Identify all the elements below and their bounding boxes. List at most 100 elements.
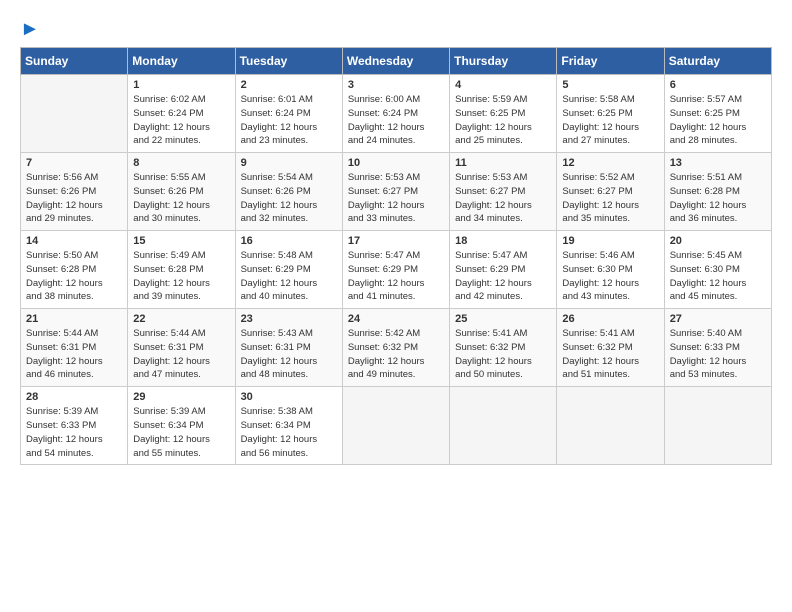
day-number: 3 — [348, 79, 444, 91]
day-number: 28 — [26, 391, 122, 403]
day-detail: Sunrise: 6:01 AMSunset: 6:24 PMDaylight:… — [241, 93, 337, 148]
day-detail: Sunrise: 5:48 AMSunset: 6:29 PMDaylight:… — [241, 249, 337, 304]
logo: ► — [20, 18, 40, 41]
day-detail: Sunrise: 5:43 AMSunset: 6:31 PMDaylight:… — [241, 327, 337, 382]
day-detail: Sunrise: 5:55 AMSunset: 6:26 PMDaylight:… — [133, 171, 229, 226]
day-detail: Sunrise: 5:38 AMSunset: 6:34 PMDaylight:… — [241, 405, 337, 460]
day-cell: 1 Sunrise: 6:02 AMSunset: 6:24 PMDaylight… — [128, 75, 235, 153]
column-header-wednesday: Wednesday — [342, 48, 449, 75]
day-number: 16 — [241, 235, 337, 247]
week-row-4: 21 Sunrise: 5:44 AMSunset: 6:31 PMDayligh… — [21, 309, 772, 387]
day-cell: 20Sunrise: 5:45 AMSunset: 6:30 PMDayligh… — [664, 231, 771, 309]
day-detail: Sunrise: 5:52 AMSunset: 6:27 PMDaylight:… — [562, 171, 658, 226]
day-cell — [342, 387, 449, 465]
calendar-table: SundayMondayTuesdayWednesdayThursdayFrid… — [20, 47, 772, 465]
day-number: 10 — [348, 157, 444, 169]
day-cell: 18Sunrise: 5:47 AMSunset: 6:29 PMDayligh… — [450, 231, 557, 309]
day-detail: Sunrise: 6:02 AMSunset: 6:24 PMDaylight:… — [133, 93, 229, 148]
day-cell: 10 Sunrise: 5:53 AMSunset: 6:27 PMDayligh… — [342, 153, 449, 231]
column-headers: SundayMondayTuesdayWednesdayThursdayFrid… — [21, 48, 772, 75]
day-cell: 2 Sunrise: 6:01 AMSunset: 6:24 PMDaylight… — [235, 75, 342, 153]
day-detail: Sunrise: 6:00 AMSunset: 6:24 PMDaylight:… — [348, 93, 444, 148]
day-cell — [450, 387, 557, 465]
day-detail: Sunrise: 5:53 AMSunset: 6:27 PMDaylight:… — [348, 171, 444, 226]
column-header-thursday: Thursday — [450, 48, 557, 75]
day-number: 21 — [26, 313, 122, 325]
day-cell: 5Sunrise: 5:58 AMSunset: 6:25 PMDaylight… — [557, 75, 664, 153]
day-number: 19 — [562, 235, 658, 247]
day-number: 27 — [670, 313, 766, 325]
calendar-body: 1 Sunrise: 6:02 AMSunset: 6:24 PMDaylight… — [21, 75, 772, 465]
day-cell: 16 Sunrise: 5:48 AMSunset: 6:29 PMDayligh… — [235, 231, 342, 309]
day-number: 23 — [241, 313, 337, 325]
day-number: 29 — [133, 391, 229, 403]
day-detail: Sunrise: 5:44 AMSunset: 6:31 PMDaylight:… — [26, 327, 122, 382]
column-header-monday: Monday — [128, 48, 235, 75]
day-number: 9 — [241, 157, 337, 169]
day-number: 7 — [26, 157, 122, 169]
day-cell: 19 Sunrise: 5:46 AMSunset: 6:30 PMDayligh… — [557, 231, 664, 309]
day-number: 24 — [348, 313, 444, 325]
day-cell: 12 Sunrise: 5:52 AMSunset: 6:27 PMDayligh… — [557, 153, 664, 231]
day-detail: Sunrise: 5:56 AMSunset: 6:26 PMDaylight:… — [26, 171, 122, 226]
day-cell: 21 Sunrise: 5:44 AMSunset: 6:31 PMDayligh… — [21, 309, 128, 387]
day-detail: Sunrise: 5:49 AMSunset: 6:28 PMDaylight:… — [133, 249, 229, 304]
day-number: 26 — [562, 313, 658, 325]
day-cell: 4 Sunrise: 5:59 AMSunset: 6:25 PMDaylight… — [450, 75, 557, 153]
day-cell: 7 Sunrise: 5:56 AMSunset: 6:26 PMDaylight… — [21, 153, 128, 231]
column-header-friday: Friday — [557, 48, 664, 75]
day-cell: 11 Sunrise: 5:53 AMSunset: 6:27 PMDayligh… — [450, 153, 557, 231]
day-detail: Sunrise: 5:45 AMSunset: 6:30 PMDaylight:… — [670, 249, 766, 304]
day-cell: 17 Sunrise: 5:47 AMSunset: 6:29 PMDayligh… — [342, 231, 449, 309]
day-cell: 23 Sunrise: 5:43 AMSunset: 6:31 PMDayligh… — [235, 309, 342, 387]
day-detail: Sunrise: 5:46 AMSunset: 6:30 PMDaylight:… — [562, 249, 658, 304]
day-detail: Sunrise: 5:41 AMSunset: 6:32 PMDaylight:… — [562, 327, 658, 382]
day-cell: 25Sunrise: 5:41 AMSunset: 6:32 PMDayligh… — [450, 309, 557, 387]
column-header-tuesday: Tuesday — [235, 48, 342, 75]
page-container: ► SundayMondayTuesdayWednesdayThursdayFr… — [0, 0, 792, 477]
day-detail: Sunrise: 5:42 AMSunset: 6:32 PMDaylight:… — [348, 327, 444, 382]
day-cell: 3 Sunrise: 6:00 AMSunset: 6:24 PMDaylight… — [342, 75, 449, 153]
week-row-2: 7 Sunrise: 5:56 AMSunset: 6:26 PMDaylight… — [21, 153, 772, 231]
day-cell: 30 Sunrise: 5:38 AMSunset: 6:34 PMDayligh… — [235, 387, 342, 465]
day-detail: Sunrise: 5:53 AMSunset: 6:27 PMDaylight:… — [455, 171, 551, 226]
day-number: 5 — [562, 79, 658, 91]
day-detail: Sunrise: 5:44 AMSunset: 6:31 PMDaylight:… — [133, 327, 229, 382]
day-detail: Sunrise: 5:54 AMSunset: 6:26 PMDaylight:… — [241, 171, 337, 226]
day-cell: 15 Sunrise: 5:49 AMSunset: 6:28 PMDayligh… — [128, 231, 235, 309]
day-cell: 28Sunrise: 5:39 AMSunset: 6:33 PMDayligh… — [21, 387, 128, 465]
day-number: 30 — [241, 391, 337, 403]
day-cell — [664, 387, 771, 465]
day-detail: Sunrise: 5:57 AMSunset: 6:25 PMDaylight:… — [670, 93, 766, 148]
day-number: 13 — [670, 157, 766, 169]
day-detail: Sunrise: 5:50 AMSunset: 6:28 PMDaylight:… — [26, 249, 122, 304]
column-header-sunday: Sunday — [21, 48, 128, 75]
day-number: 2 — [241, 79, 337, 91]
day-detail: Sunrise: 5:41 AMSunset: 6:32 PMDaylight:… — [455, 327, 551, 382]
day-detail: Sunrise: 5:59 AMSunset: 6:25 PMDaylight:… — [455, 93, 551, 148]
day-number: 8 — [133, 157, 229, 169]
day-number: 1 — [133, 79, 229, 91]
day-cell: 24 Sunrise: 5:42 AMSunset: 6:32 PMDayligh… — [342, 309, 449, 387]
week-row-1: 1 Sunrise: 6:02 AMSunset: 6:24 PMDaylight… — [21, 75, 772, 153]
day-detail: Sunrise: 5:51 AMSunset: 6:28 PMDaylight:… — [670, 171, 766, 226]
column-header-saturday: Saturday — [664, 48, 771, 75]
day-cell: 26 Sunrise: 5:41 AMSunset: 6:32 PMDayligh… — [557, 309, 664, 387]
day-number: 12 — [562, 157, 658, 169]
day-cell — [557, 387, 664, 465]
day-detail: Sunrise: 5:47 AMSunset: 6:29 PMDaylight:… — [455, 249, 551, 304]
day-detail: Sunrise: 5:40 AMSunset: 6:33 PMDaylight:… — [670, 327, 766, 382]
day-number: 11 — [455, 157, 551, 169]
day-cell: 29 Sunrise: 5:39 AMSunset: 6:34 PMDayligh… — [128, 387, 235, 465]
day-cell: 22Sunrise: 5:44 AMSunset: 6:31 PMDayligh… — [128, 309, 235, 387]
day-cell: 13 Sunrise: 5:51 AMSunset: 6:28 PMDayligh… — [664, 153, 771, 231]
day-detail: Sunrise: 5:47 AMSunset: 6:29 PMDaylight:… — [348, 249, 444, 304]
day-number: 17 — [348, 235, 444, 247]
day-number: 15 — [133, 235, 229, 247]
day-detail: Sunrise: 5:39 AMSunset: 6:34 PMDaylight:… — [133, 405, 229, 460]
day-cell: 9 Sunrise: 5:54 AMSunset: 6:26 PMDaylight… — [235, 153, 342, 231]
logo-icon: ► — [20, 18, 40, 41]
header: ► — [20, 18, 772, 41]
day-number: 6 — [670, 79, 766, 91]
day-number: 4 — [455, 79, 551, 91]
